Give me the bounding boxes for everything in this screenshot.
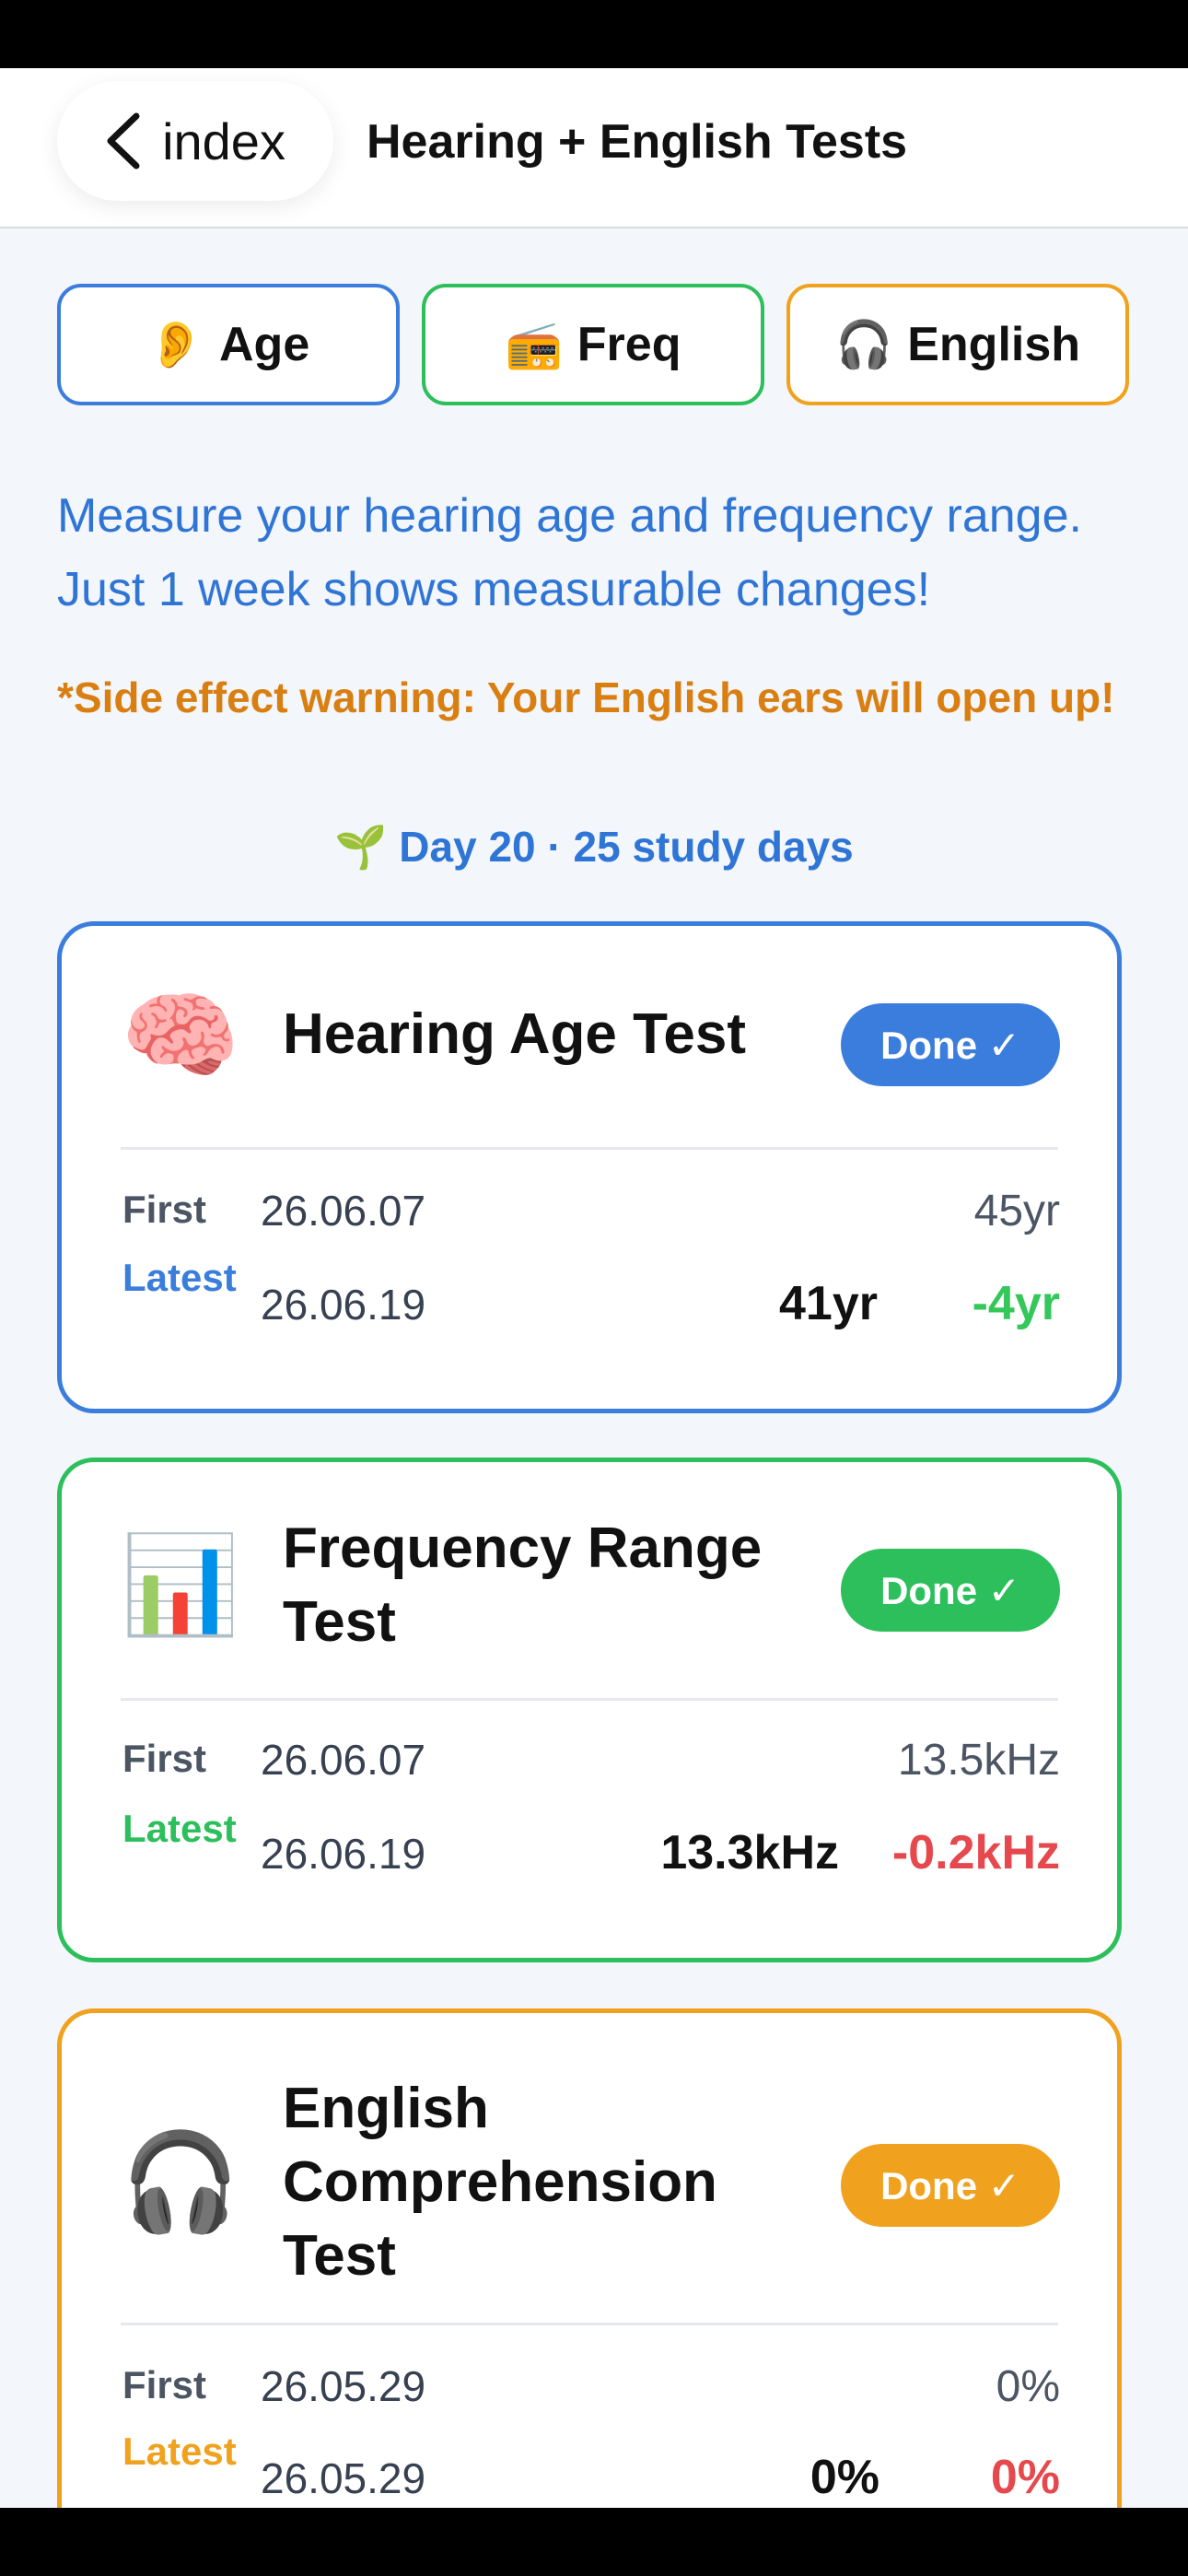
study-streak: 🌱 Day 20 · 25 study days <box>0 822 1188 872</box>
first-date: 26.05.29 <box>261 2362 426 2410</box>
done-badge[interactable]: Done ✓ <box>841 2144 1060 2227</box>
tab-freq-label: Freq <box>577 318 681 371</box>
delta-value: -4yr <box>972 1277 1060 1330</box>
streak-text: Day 20 · 25 study days <box>399 823 854 871</box>
latest-value: 13.3kHz <box>660 1826 839 1879</box>
radio-icon: 📻 <box>505 318 563 370</box>
divider <box>121 1698 1058 1701</box>
card-title: Frequency Range Test <box>283 1516 763 1654</box>
latest-date: 26.06.19 <box>261 1830 426 1878</box>
tab-freq[interactable]: 📻 Freq <box>422 284 764 405</box>
divider <box>121 2323 1058 2325</box>
done-badge[interactable]: Done ✓ <box>841 1549 1060 1632</box>
card-title: Hearing Age Test <box>283 1002 746 1066</box>
first-label: First <box>122 1188 207 1231</box>
latest-date: 26.06.19 <box>261 1281 426 1329</box>
tab-age[interactable]: 👂 Age <box>57 284 400 405</box>
latest-label: Latest <box>122 1256 237 1299</box>
side-effect-warning: *Side effect warning: Your English ears … <box>57 673 1115 721</box>
seedling-icon: 🌱 <box>334 823 388 871</box>
hearing-age-card[interactable]: 🧠 Hearing Age Test Done ✓ First 26.06.07… <box>57 921 1122 1413</box>
first-value: 0% <box>996 2362 1060 2411</box>
delta-value: -0.2kHz <box>891 1826 1060 1879</box>
headphones-icon: 🎧 <box>121 2129 240 2236</box>
first-label: First <box>122 1737 207 1780</box>
headphones-icon: 🎧 <box>834 318 893 370</box>
app-screen: index Hearing + English Tests 👂 Age 📻 Fr… <box>0 68 1188 2508</box>
system-bottom-bar <box>0 2508 1188 2576</box>
divider <box>121 1147 1058 1150</box>
latest-date: 26.05.29 <box>261 2454 426 2502</box>
latest-value: 41yr <box>779 1277 878 1330</box>
frequency-range-card[interactable]: 📊 Frequency Range Test Done ✓ First 26.0… <box>57 1458 1122 1962</box>
first-label: First <box>122 2363 207 2406</box>
bar-chart-icon: 📊 <box>121 1532 240 1639</box>
ear-icon: 👂 <box>146 318 204 370</box>
tab-english[interactable]: 🎧 English <box>786 284 1129 405</box>
english-comprehension-card[interactable]: 🎧 English Comprehension Test Done ✓ Firs… <box>57 2008 1122 2508</box>
tab-age-label: Age <box>219 318 310 371</box>
first-value: 13.5kHz <box>897 1736 1060 1785</box>
first-date: 26.06.07 <box>261 1736 426 1784</box>
back-button[interactable]: index <box>57 81 333 201</box>
nav-header: index Hearing + English Tests <box>0 68 1188 228</box>
test-tabs: 👂 Age 📻 Freq 🎧 English <box>57 284 1129 405</box>
intro-text: Measure your hearing age and frequency r… <box>57 489 1082 616</box>
page-title: Hearing + English Tests <box>367 115 908 169</box>
done-badge[interactable]: Done ✓ <box>841 1003 1060 1086</box>
card-title: English Comprehension Test <box>283 2077 717 2288</box>
latest-label: Latest <box>122 1807 237 1850</box>
latest-label: Latest <box>122 2430 237 2473</box>
back-label: index <box>162 111 285 170</box>
first-date: 26.06.07 <box>261 1187 426 1235</box>
chevron-left-icon <box>107 112 140 170</box>
tab-english-label: English <box>907 318 1081 371</box>
latest-value: 0% <box>809 2451 879 2504</box>
first-value: 45yr <box>973 1187 1060 1235</box>
brain-icon: 🧠 <box>121 983 240 1090</box>
delta-value: 0% <box>990 2451 1060 2504</box>
